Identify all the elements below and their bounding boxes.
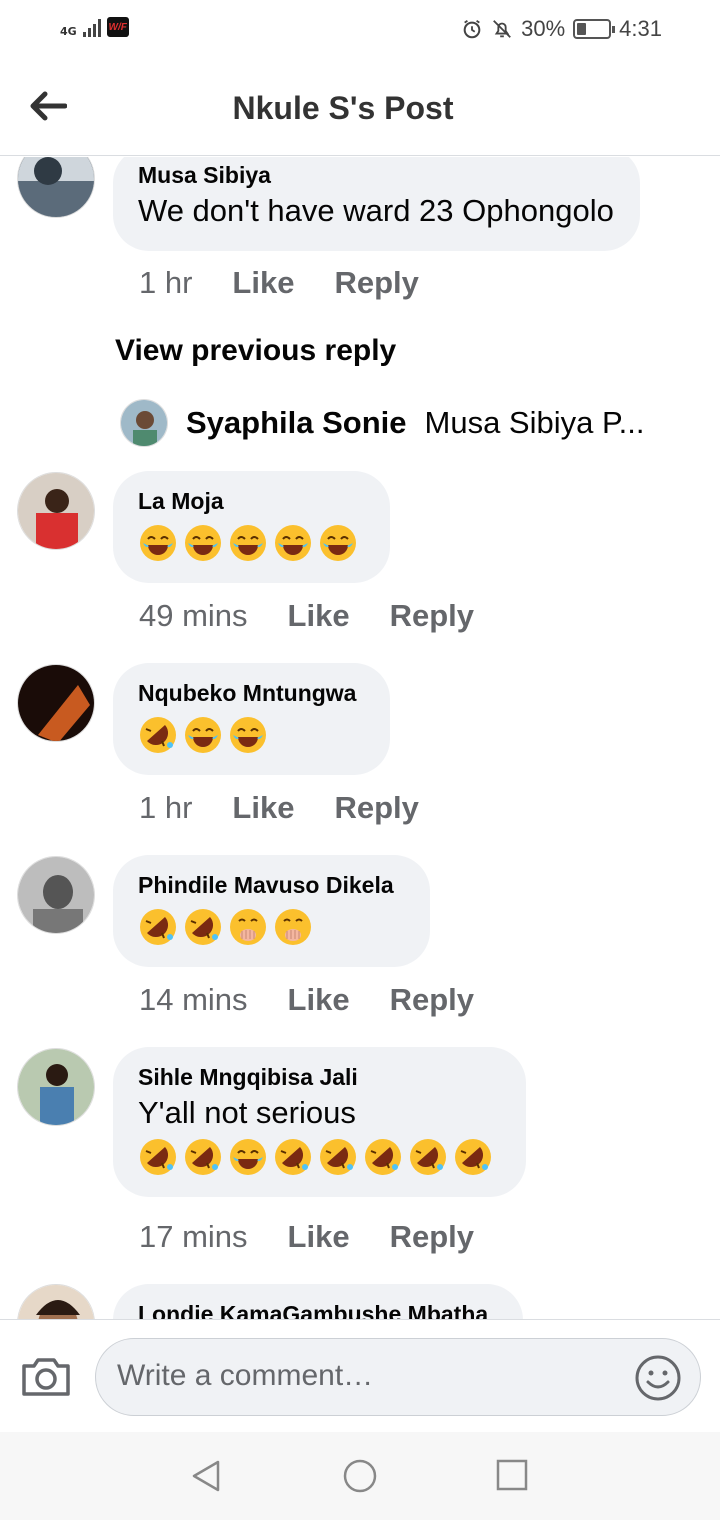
comment-actions: 1 hr Like Reply: [139, 265, 419, 301]
laughing-emoji-icon: [230, 1139, 266, 1175]
emoji-row: [138, 907, 404, 947]
network-type: 4G: [60, 25, 77, 38]
comment-bubble[interactable]: Londie KamaGambushe Mbatha: [113, 1284, 523, 1319]
laughing-emoji-icon: [320, 525, 356, 561]
avatar[interactable]: [17, 472, 95, 550]
like-button[interactable]: Like: [232, 790, 294, 826]
comment-text: Y'all not serious: [138, 1095, 356, 1130]
hugging-face-emoji-icon: [275, 909, 311, 945]
battery-icon: [573, 19, 616, 39]
avatar[interactable]: [17, 664, 95, 742]
comment-actions: 1 hr Like Reply: [139, 790, 419, 826]
camera-button[interactable]: [20, 1354, 72, 1403]
laughing-emoji-icon: [230, 717, 266, 753]
comment-input[interactable]: Write a comment…: [95, 1338, 701, 1416]
mute-icon: [493, 20, 512, 38]
comment-actions: 17 mins Like Reply: [139, 1219, 474, 1255]
nav-recents-button[interactable]: [495, 1458, 529, 1497]
rolling-laughing-emoji-icon: [185, 1139, 221, 1175]
comment-time: 14 mins: [139, 982, 248, 1017]
comment-input-placeholder: Write a comment…: [117, 1359, 374, 1392]
rolling-laughing-emoji-icon: [140, 717, 176, 753]
comment-author[interactable]: Nqubeko Mntungwa: [138, 679, 364, 707]
like-button[interactable]: Like: [288, 598, 350, 634]
post-header: Nkule S's Post: [0, 60, 720, 156]
carrier-badge: W/F: [106, 17, 129, 37]
hugging-face-emoji-icon: [230, 909, 266, 945]
nav-recents-icon: [496, 1459, 528, 1491]
emoji-row: [138, 523, 364, 563]
camera-icon: [22, 1358, 70, 1396]
page-title: Nkule S's Post: [232, 90, 454, 126]
rolling-laughing-emoji-icon: [365, 1139, 401, 1175]
reply-button[interactable]: Reply: [390, 598, 474, 634]
rolling-laughing-emoji-icon: [140, 909, 176, 945]
laughing-emoji-icon: [185, 525, 221, 561]
reply-preview-text: Musa Sibiya P...: [424, 405, 645, 440]
reply-button[interactable]: Reply: [390, 982, 474, 1018]
avatar[interactable]: [17, 157, 95, 218]
reply-button[interactable]: Reply: [390, 1219, 474, 1255]
avatar[interactable]: [17, 1284, 95, 1319]
emoji-button[interactable]: [634, 1354, 682, 1407]
comment-bubble[interactable]: Musa Sibiya We don't have ward 23 Ophong…: [113, 157, 640, 251]
comment-author[interactable]: Musa Sibiya: [138, 161, 614, 189]
battery-percent: 30%: [521, 16, 566, 41]
comment-text: We don't have ward 23 Ophongolo: [138, 193, 614, 228]
comment-author[interactable]: Londie KamaGambushe Mbatha: [138, 1300, 497, 1319]
comment-composer: Write a comment…: [0, 1319, 720, 1431]
comment-bubble[interactable]: Phindile Mavuso Dikela: [113, 855, 430, 967]
comment-bubble[interactable]: Nqubeko Mntungwa: [113, 663, 390, 775]
smiley-icon: [635, 1355, 681, 1401]
avatar[interactable]: [17, 856, 95, 934]
rolling-laughing-emoji-icon: [185, 909, 221, 945]
comment-author[interactable]: Sihle Mngqibisa Jali: [138, 1063, 500, 1091]
like-button[interactable]: Like: [288, 1219, 350, 1255]
laughing-emoji-icon: [230, 525, 266, 561]
avatar[interactable]: [17, 1048, 95, 1126]
rolling-laughing-emoji-icon: [140, 1139, 176, 1175]
like-button[interactable]: Like: [288, 982, 350, 1018]
laughing-emoji-icon: [275, 525, 311, 561]
comment-author[interactable]: La Moja: [138, 487, 364, 515]
signal-icon: [82, 17, 101, 37]
like-button[interactable]: Like: [232, 265, 294, 301]
battery-fill: [577, 23, 587, 35]
emoji-row: [138, 1137, 500, 1177]
system-nav-bar: [0, 1432, 720, 1520]
comment-time: 49 mins: [139, 598, 248, 633]
comment-actions: 49 mins Like Reply: [139, 598, 474, 634]
rolling-laughing-emoji-icon: [320, 1139, 356, 1175]
comment-time: 17 mins: [139, 1219, 248, 1254]
laughing-emoji-icon: [185, 717, 221, 753]
reply-author[interactable]: Syaphila Sonie: [186, 405, 407, 441]
reply-preview[interactable]: Syaphila Sonie Musa Sibiya P...: [120, 399, 645, 447]
comment-time: 1 hr: [139, 790, 193, 825]
nav-back-icon: [192, 1460, 220, 1492]
alarm-icon: [463, 19, 481, 39]
comments-feed[interactable]: Musa Sibiya We don't have ward 23 Ophong…: [0, 157, 720, 1319]
view-previous-reply-link[interactable]: View previous reply: [115, 334, 396, 368]
comment-actions: 14 mins Like Reply: [139, 982, 474, 1018]
nav-home-button[interactable]: [342, 1458, 378, 1499]
rolling-laughing-emoji-icon: [410, 1139, 446, 1175]
reply-button[interactable]: Reply: [334, 265, 418, 301]
nav-back-button[interactable]: [188, 1458, 224, 1499]
comment-author[interactable]: Phindile Mavuso Dikela: [138, 871, 404, 899]
emoji-row: [138, 715, 364, 755]
clock: 4:31: [619, 16, 662, 41]
avatar[interactable]: [120, 399, 168, 447]
comment-bubble[interactable]: Sihle Mngqibisa Jali Y'all not serious: [113, 1047, 526, 1197]
nav-home-icon: [343, 1459, 377, 1493]
rolling-laughing-emoji-icon: [455, 1139, 491, 1175]
rolling-laughing-emoji-icon: [275, 1139, 311, 1175]
laughing-emoji-icon: [140, 525, 176, 561]
comment-bubble[interactable]: La Moja: [113, 471, 390, 583]
reply-button[interactable]: Reply: [334, 790, 418, 826]
status-bar: 4G W/F 30% 4:31: [0, 0, 720, 60]
comment-time: 1 hr: [139, 265, 193, 300]
